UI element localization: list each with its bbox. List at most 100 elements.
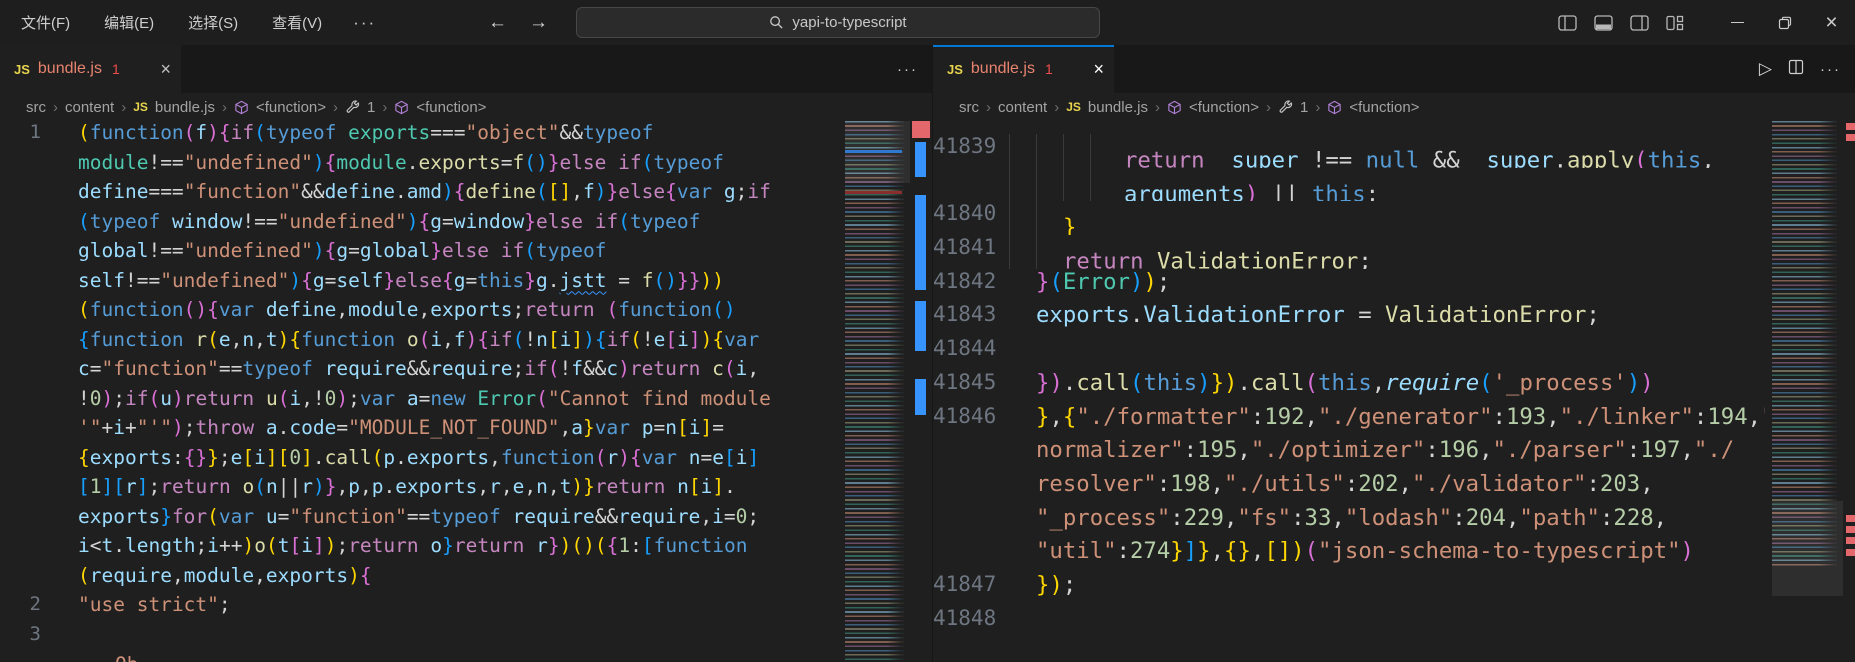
code-text[interactable]: "util":274}]},{},[])("json-schema-to-typ… <box>1009 538 1765 572</box>
menu-file[interactable]: 文件(F) <box>4 12 87 33</box>
command-center-search[interactable]: yapi-to-typescript <box>576 7 1100 38</box>
line-number[interactable]: 41848 <box>933 606 1009 640</box>
menu-edit[interactable]: 编辑(E) <box>87 12 171 33</box>
forward-arrow-icon[interactable]: → <box>529 12 548 34</box>
line-number[interactable] <box>0 210 78 240</box>
more-actions-icon[interactable]: ··· <box>897 61 918 78</box>
breadcrumb-root[interactable]: src <box>26 99 46 116</box>
minimap-slider[interactable] <box>1772 501 1843 596</box>
minimize-button[interactable] <box>1714 0 1761 45</box>
close-window-button[interactable]: × <box>1808 0 1855 45</box>
code-text[interactable]: (typeof window!=="undefined"){g=window}e… <box>78 210 842 240</box>
line-number[interactable] <box>0 298 78 328</box>
menu-view[interactable]: 查看(V) <box>255 12 339 33</box>
line-number[interactable] <box>933 471 1009 505</box>
line-number[interactable] <box>0 446 78 476</box>
code-text[interactable] <box>78 623 842 653</box>
code-text[interactable] <box>1009 336 1765 370</box>
toggle-primary-sidebar-icon[interactable] <box>1556 12 1578 34</box>
tab-bundle-js-left[interactable]: JS bundle.js 1 × <box>0 45 181 93</box>
code-text[interactable]: exports}for(var u="function"==typeof req… <box>78 505 842 535</box>
menu-selection[interactable]: 选择(S) <box>171 12 255 33</box>
minimap-left[interactable] <box>845 121 910 662</box>
code-text[interactable]: "use strict"; <box>78 593 842 623</box>
code-text[interactable]: return _super !== null && _super.apply(t… <box>1009 134 1765 168</box>
code-text[interactable]: },{"./formatter":192,"./generator":193,"… <box>1009 404 1765 438</box>
toggle-panel-icon[interactable] <box>1592 12 1614 34</box>
line-number[interactable] <box>933 505 1009 539</box>
customize-layout-icon[interactable] <box>1664 12 1686 34</box>
line-number[interactable]: 2 <box>0 593 78 623</box>
code-text[interactable]: define==="function"&&define.amd){define(… <box>78 180 842 210</box>
line-number[interactable] <box>933 168 1009 202</box>
line-number[interactable] <box>0 387 78 417</box>
line-number[interactable] <box>0 564 78 594</box>
breadcrumb-symbol[interactable]: <function> <box>1349 99 1419 116</box>
code-text[interactable]: module!=="undefined"){module.exports=f()… <box>78 151 842 181</box>
code-text[interactable]: {exports:{}};e[i][0].call(p.exports,func… <box>78 446 842 476</box>
toggle-secondary-sidebar-icon[interactable] <box>1628 12 1650 34</box>
line-number[interactable]: 41839 <box>933 134 1009 168</box>
code-text[interactable] <box>1009 606 1765 640</box>
line-number[interactable] <box>0 269 78 299</box>
overview-ruler-left[interactable] <box>910 121 932 662</box>
run-file-icon[interactable]: ▷ <box>1759 59 1772 79</box>
more-actions-icon[interactable]: ··· <box>1820 61 1841 78</box>
code-text[interactable]: }).call(this)}).call(this,require('_proc… <box>1009 370 1765 404</box>
breadcrumb-symbol[interactable]: <function> <box>416 99 486 116</box>
line-number[interactable] <box>0 151 78 181</box>
code-text[interactable]: arguments) || this; <box>1009 168 1765 202</box>
close-tab-icon[interactable]: × <box>160 59 171 80</box>
line-number[interactable] <box>0 328 78 358</box>
line-number[interactable] <box>0 239 78 269</box>
code-text[interactable]: resolver":198,"./utils":202,"./validator… <box>1009 471 1765 505</box>
line-number[interactable] <box>0 534 78 564</box>
code-text[interactable]: c="function"==typeof require&&require;if… <box>78 357 842 387</box>
breadcrumb-dir[interactable]: content <box>65 99 114 116</box>
code-text[interactable]: (require,module,exports){ <box>78 564 842 594</box>
line-number[interactable]: 41842 <box>933 269 1009 303</box>
code-text[interactable]: '"+i+"'");throw a.code="MODULE_NOT_FOUND… <box>78 416 842 446</box>
line-number[interactable] <box>933 538 1009 572</box>
line-number[interactable]: 41845 <box>933 370 1009 404</box>
code-text[interactable]: return ValidationError; <box>1009 235 1765 269</box>
line-number[interactable] <box>0 357 78 387</box>
code-text[interactable]: normalizer":195,"./optimizer":196,"./par… <box>1009 437 1765 471</box>
line-number[interactable]: 3 <box>0 623 78 653</box>
menu-overflow-icon[interactable]: ··· <box>339 13 390 33</box>
line-number[interactable]: 1 <box>0 121 78 151</box>
breadcrumb-file[interactable]: bundle.js <box>155 99 215 116</box>
breadcrumb-property[interactable]: 1 <box>1300 99 1308 116</box>
line-number[interactable]: 41840 <box>933 201 1009 235</box>
breadcrumb-file[interactable]: bundle.js <box>1088 99 1148 116</box>
breadcrumb-symbol[interactable]: <function> <box>256 99 326 116</box>
code-text[interactable]: i<t.length;i++)o(t[i]);return o}return r… <box>78 534 842 564</box>
line-number[interactable] <box>0 475 78 505</box>
line-number[interactable]: 41843 <box>933 302 1009 336</box>
tab-bundle-js-right[interactable]: JS bundle.js 1 × <box>933 45 1114 93</box>
minimap-right[interactable] <box>1772 121 1843 662</box>
line-number[interactable]: 41841 <box>933 235 1009 269</box>
code-text[interactable]: (function(){var define,module,exports;re… <box>78 298 842 328</box>
breadcrumb-property[interactable]: 1 <box>367 99 375 116</box>
code-editor-left[interactable]: 1(function(f){if(typeof exports==="objec… <box>0 121 932 662</box>
line-number[interactable] <box>0 505 78 535</box>
code-text[interactable]: [1][r];return o(n||r)},p,p.exports,r,e,n… <box>78 475 842 505</box>
restore-button[interactable] <box>1761 0 1808 45</box>
line-number[interactable] <box>0 180 78 210</box>
close-tab-icon[interactable]: × <box>1093 59 1104 80</box>
code-text[interactable]: !0);if(u)return u(i,!0);var a=new Error(… <box>78 387 842 417</box>
split-editor-icon[interactable] <box>1788 59 1804 80</box>
breadcrumb-dir[interactable]: content <box>998 99 1047 116</box>
line-number[interactable]: 41846 <box>933 404 1009 438</box>
line-number[interactable]: 41844 <box>933 336 1009 370</box>
overview-ruler-right[interactable] <box>1843 121 1855 662</box>
code-text[interactable]: global!=="undefined"){g=global}else if(t… <box>78 239 842 269</box>
breadcrumb-root[interactable]: src <box>959 99 979 116</box>
code-text[interactable]: }); <box>1009 572 1765 606</box>
breadcrumb-symbol[interactable]: <function> <box>1189 99 1259 116</box>
code-text[interactable]: } <box>1009 201 1765 235</box>
code-text[interactable]: {function r(e,n,t){function o(i,f){if(!n… <box>78 328 842 358</box>
code-text[interactable]: exports.ValidationError = ValidationErro… <box>1009 302 1765 336</box>
line-number[interactable] <box>933 437 1009 471</box>
